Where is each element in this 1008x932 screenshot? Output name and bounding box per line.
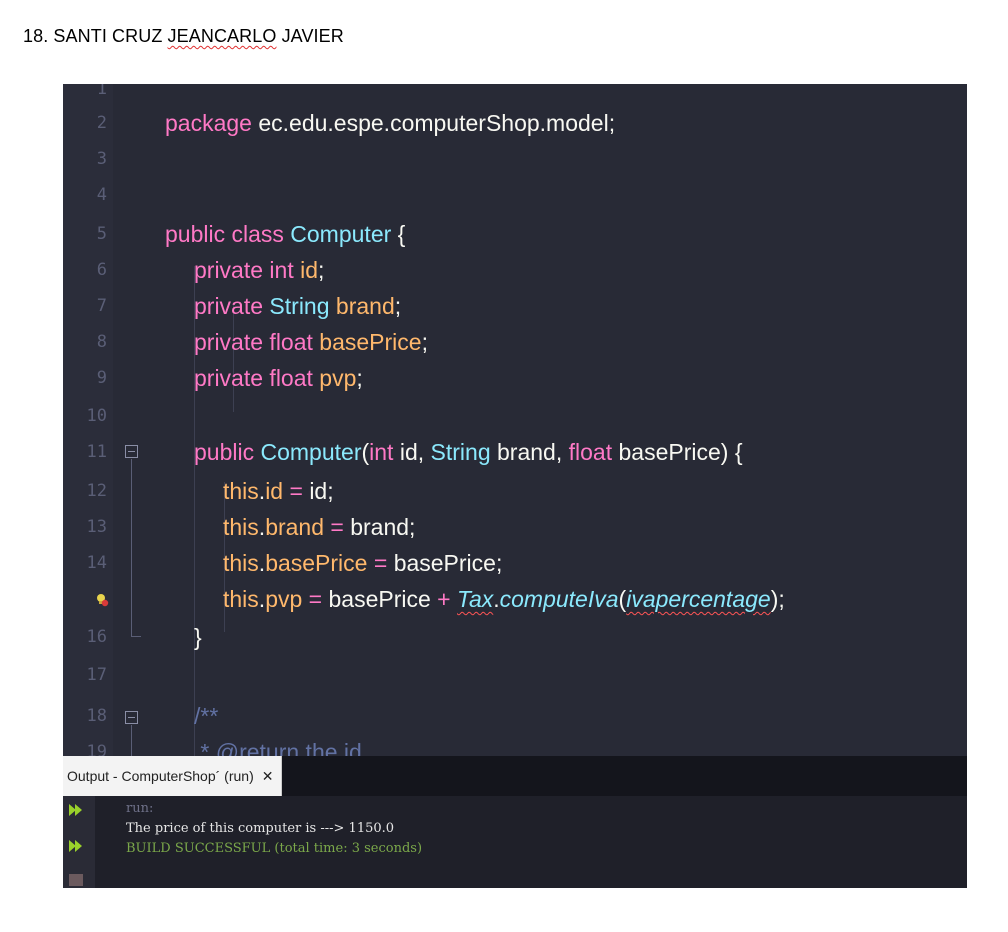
output-body: run: The price of this computer is ---> … [63,796,967,888]
code-text: public Computer(int id, String brand, fl… [194,439,743,465]
line-number: 12 [86,481,107,501]
code-text: private String brand; [194,293,402,319]
heading-suffix: JAVIER [276,26,344,46]
code-line: this.pvp = basePrice + Tax.computeIva(iv… [63,581,967,617]
line-number: 11 [86,442,107,462]
line-number: 18 [86,706,107,726]
code-line: 7 private String brand; [63,288,967,324]
line-number: 19 [86,742,107,756]
line-number: 3 [96,149,107,169]
code-line: 11 public Computer(int id, String brand,… [63,434,967,470]
line-number: 4 [96,185,107,205]
output-line-run: run: [126,801,154,816]
line-number: 17 [86,665,107,685]
rerun-icon[interactable] [68,802,84,818]
code-line: 19 * @return the id [63,734,967,756]
output-tab-bar: Output - ComputerShop´ (run) ✕ [63,756,967,796]
code-text: private int id; [194,257,325,283]
line-number: 7 [96,296,107,316]
code-text: private float basePrice; [194,329,428,355]
line-number: 9 [96,368,107,388]
output-line-result: The price of this computer is ---> 1150.… [126,821,395,836]
code-text: this.id = id; [223,478,334,504]
stop-icon[interactable] [69,874,83,886]
line-number: 1 [96,84,107,99]
code-line: 17 [63,657,967,693]
line-number: 10 [86,406,107,426]
code-comment: * @return the id [194,739,362,756]
line-number: 14 [86,553,107,573]
document-heading: 18. SANTI CRUZ JEANCARLO JAVIER [23,26,344,47]
heading-prefix: 18. SANTI CRUZ [23,26,168,46]
code-text: this.brand = brand; [223,514,416,540]
code-text: this.pvp = basePrice + Tax.computeIva(iv… [223,586,785,612]
line-number: 5 [96,224,107,244]
code-line: 6 private int id; [63,252,967,288]
tab-output[interactable]: Output - ComputerShop´ (run) ✕ [63,756,283,796]
line-number: 2 [96,113,107,133]
code-line: 8 private float basePrice; [63,324,967,360]
heading-underlined-name: JEANCARLO [167,26,277,46]
lightbulb-error-icon[interactable] [95,593,109,607]
code-line: 1 [63,84,967,107]
line-number: 6 [96,260,107,280]
close-icon[interactable]: ✕ [262,768,274,784]
code-editor[interactable]: 1 2 package ec.edu.espe.computerShop.mod… [63,84,967,756]
unresolved-class: Tax [457,586,494,612]
code-line: 18 /** [63,698,967,734]
output-line-build: BUILD SUCCESSFUL (total time: 3 seconds) [126,841,423,856]
output-panel: Output - ComputerShop´ (run) ✕ run: The p… [63,756,967,888]
output-toolbar [63,796,95,888]
code-text: this.basePrice = basePrice; [223,550,503,576]
code-text: package ec.edu.espe.computerShop.model; [165,110,616,136]
tab-output-label: Output - ComputerShop´ (run) [67,768,254,784]
code-line: 10 [63,398,967,434]
line-number: 8 [96,332,107,352]
code-line: 2 package ec.edu.espe.computerShop.model… [63,105,967,141]
code-text: } [194,624,202,650]
code-line: 3 [63,141,967,177]
code-line: 14 this.basePrice = basePrice; [63,545,967,581]
line-number: 13 [86,517,107,537]
code-line: 5 public class Computer { [63,216,967,252]
rerun-with-params-icon[interactable] [68,838,84,854]
code-line: 13 this.brand = brand; [63,509,967,545]
code-line: 12 this.id = id; [63,473,967,509]
code-line: 16 } [63,619,967,655]
code-comment: /** [194,703,219,729]
code-text: public class Computer { [165,221,406,247]
code-line: 4 [63,177,967,213]
code-text: private float pvp; [194,365,363,391]
unresolved-variable: ivapercentage [626,586,771,612]
code-line: 9 private float pvp; [63,360,967,396]
line-number: 16 [86,627,107,647]
